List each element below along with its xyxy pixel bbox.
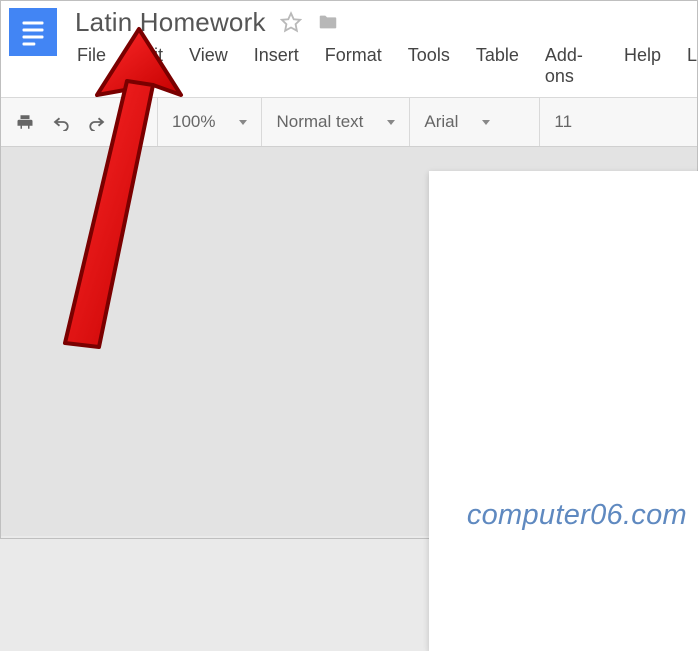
menu-view[interactable]: View (189, 45, 228, 87)
app-header: Latin Homework File Edit View Insert For… (1, 1, 697, 97)
zoom-select[interactable]: 100% (158, 98, 262, 146)
print-icon[interactable] (15, 113, 35, 131)
menu-edit[interactable]: Edit (132, 45, 163, 87)
chevron-down-icon (482, 120, 490, 125)
app-window: Latin Homework File Edit View Insert For… (0, 0, 698, 539)
menu-file[interactable]: File (77, 45, 106, 87)
font-family-select[interactable]: Arial (410, 98, 540, 146)
menu-help[interactable]: Help (624, 45, 661, 87)
menu-addons[interactable]: Add-ons (545, 45, 598, 87)
chevron-down-icon (239, 120, 247, 125)
paragraph-style-select[interactable]: Normal text (262, 98, 410, 146)
undo-icon[interactable] (51, 113, 71, 131)
watermark-text: computer06.com (467, 499, 687, 532)
toolbar-actions-group (1, 98, 158, 146)
toolbar: 100% Normal text Arial 11 (1, 97, 697, 147)
star-icon[interactable] (280, 11, 302, 33)
title-row: Latin Homework (1, 5, 697, 39)
zoom-value: 100% (172, 112, 215, 132)
menu-format[interactable]: Format (325, 45, 382, 87)
font-family-value: Arial (424, 112, 458, 132)
paragraph-style-value: Normal text (276, 112, 363, 132)
docs-logo-icon[interactable] (9, 8, 57, 56)
document-title[interactable]: Latin Homework (75, 7, 266, 38)
folder-icon[interactable] (316, 11, 340, 33)
font-size-value: 11 (554, 112, 572, 132)
menu-insert[interactable]: Insert (254, 45, 299, 87)
paint-format-icon[interactable] (123, 113, 143, 131)
menu-tools[interactable]: Tools (408, 45, 450, 87)
chevron-down-icon (387, 120, 395, 125)
menu-table[interactable]: Table (476, 45, 519, 87)
font-size-select[interactable]: 11 (540, 98, 586, 146)
menu-bar: File Edit View Insert Format Tools Table… (1, 39, 697, 97)
document-page[interactable] (429, 171, 698, 651)
redo-icon[interactable] (87, 113, 107, 131)
document-canvas[interactable] (1, 147, 697, 536)
menu-truncated[interactable]: L (687, 45, 697, 87)
